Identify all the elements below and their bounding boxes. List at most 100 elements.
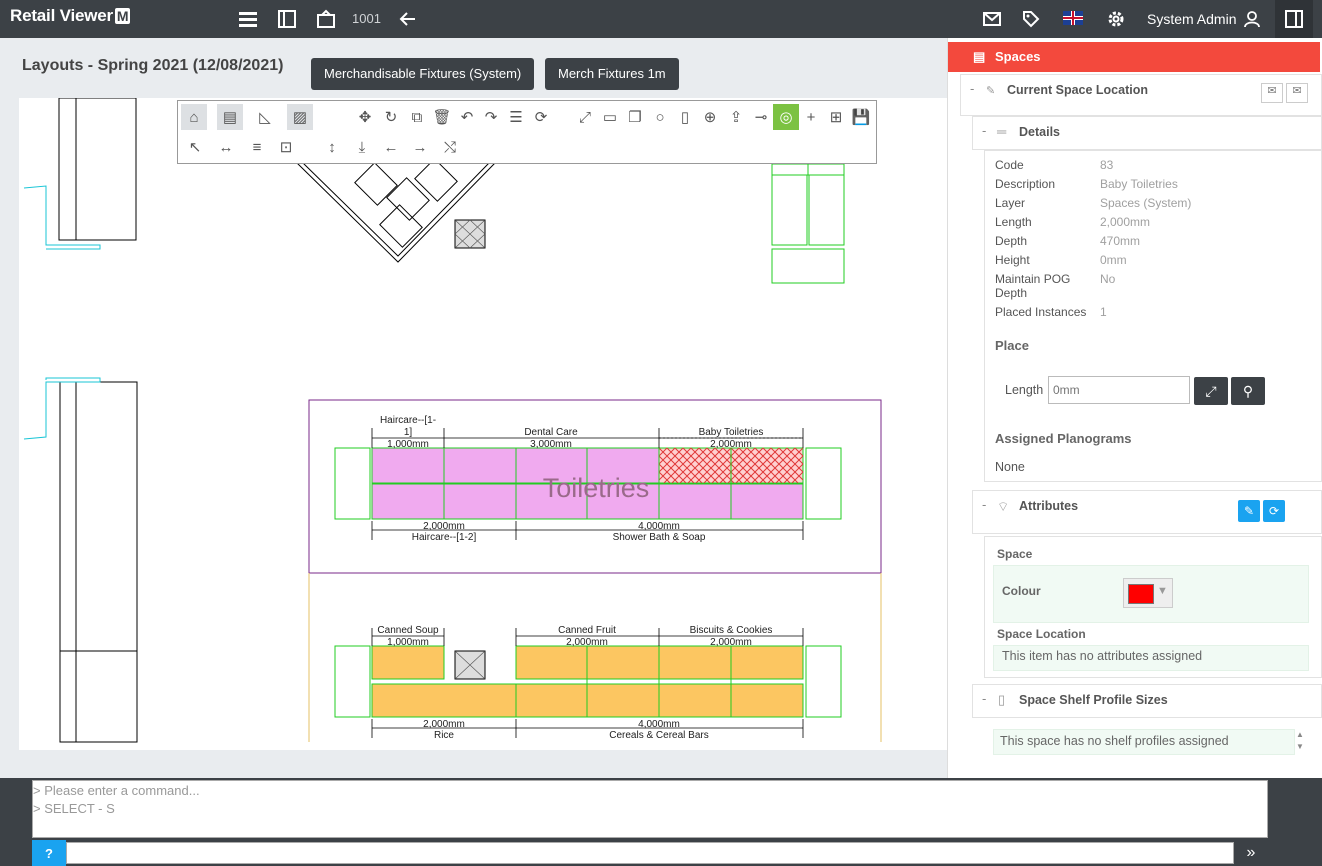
back-arrow-icon[interactable] <box>398 9 418 29</box>
detail-value-depth: 470mm <box>1100 234 1141 248</box>
panel-header: ▤ Spaces <box>948 42 1320 72</box>
settings-gear-icon[interactable] <box>1106 9 1126 29</box>
lines-icon: ═ <box>997 124 1007 139</box>
spaces-header-icon: ▤ <box>973 49 986 64</box>
email-location-2-icon[interactable]: ✉ <box>1286 83 1308 103</box>
panel-title: Spaces <box>995 49 1041 64</box>
detail-value-description: Baby Toiletries <box>1100 177 1178 191</box>
copy-icon[interactable]: ⧉ <box>404 104 430 130</box>
list-icon[interactable] <box>238 9 258 29</box>
shelf-profiles-header[interactable]: - ▯ Space Shelf Profile Sizes <box>972 684 1322 718</box>
layers-icon[interactable]: ▤ <box>217 104 243 130</box>
detail-label-code: Code <box>995 158 1024 172</box>
pencil-icon: ✎ <box>986 85 996 97</box>
merchandisable-fixtures-button[interactable]: Merchandisable Fixtures (System) <box>311 58 535 90</box>
command-input[interactable] <box>66 842 1234 864</box>
edit-attributes-icon[interactable]: ✎ <box>1238 500 1260 522</box>
arrow-left-icon[interactable]: ← <box>378 134 404 160</box>
place-title: Place <box>995 338 1029 353</box>
command-placeholder: > Please enter a command... <box>33 783 200 798</box>
label-cereals-mm: 4,000mm <box>638 719 680 730</box>
refresh-attributes-icon[interactable]: ⟳ <box>1263 500 1285 522</box>
pointer-icon[interactable]: ↖ <box>182 134 208 160</box>
collapse-icon[interactable]: - <box>982 691 986 706</box>
collapse-icon[interactable]: - <box>982 123 986 138</box>
detail-value-placed-instances: 1 <box>1100 305 1107 319</box>
undo-icon[interactable]: ↶ <box>454 104 480 130</box>
grid-icon[interactable]: ⊞ <box>823 104 849 130</box>
crosshair-icon[interactable]: ⊕ <box>697 104 723 130</box>
column-icon[interactable]: ▯ <box>672 104 698 130</box>
arrow-down-icon[interactable]: ⤓ <box>349 134 375 160</box>
collapse-icon[interactable]: - <box>970 81 974 96</box>
screen-icon[interactable]: ▭ <box>597 104 623 130</box>
redo-icon[interactable]: ↷ <box>478 104 504 130</box>
label-baby-mm: 2,000mm <box>710 439 752 450</box>
tag-icon[interactable] <box>1021 9 1041 29</box>
attributes-header[interactable]: - ⌔ Attributes ✎ ⟳ <box>972 490 1322 534</box>
user-name[interactable]: System Admin <box>1147 11 1236 27</box>
floorplan-drawing[interactable]: Haircare--[1- 1] 1,000mm Dental Care 3,0… <box>19 98 949 750</box>
upload-icon[interactable]: ⇪ <box>723 104 749 130</box>
merch-fixtures-1m-button[interactable]: Merch Fixtures 1m <box>545 58 679 90</box>
label-haircare-1-1b: 1] <box>404 427 413 438</box>
delete-icon[interactable]: 🗑 <box>429 104 455 130</box>
details-header[interactable]: - ═ Details <box>972 116 1322 150</box>
layout-canvas[interactable]: Haircare--[1- 1] 1,000mm Dental Care 3,0… <box>19 98 949 750</box>
space-location-subheading: Space Location <box>997 627 1086 641</box>
list-icon[interactable]: ☰ <box>503 104 529 130</box>
connect-icon[interactable]: ⊸ <box>748 104 774 130</box>
measure-icon[interactable]: ↔ <box>213 134 239 160</box>
place-length-input[interactable] <box>1048 376 1190 404</box>
set-square-icon[interactable]: ◺ <box>252 104 278 130</box>
vertical-arrows-icon[interactable]: ↕ <box>319 134 345 160</box>
draw-line-button[interactable]: ⤢ <box>1194 377 1228 405</box>
user-icon[interactable] <box>1242 9 1262 29</box>
colour-swatch <box>1128 584 1154 604</box>
app-logo[interactable]: Retail Viewer M <box>10 6 131 26</box>
windows-icon[interactable]: ❐ <box>622 104 648 130</box>
execute-command-icon[interactable]: » <box>1236 840 1266 866</box>
details-title: Details <box>1019 125 1060 139</box>
place-pick-button[interactable]: ⚲ <box>1231 377 1265 405</box>
space-subheading: Space <box>997 547 1033 561</box>
label-biscuits-mm: 2,000mm <box>710 637 752 648</box>
spinner-icon[interactable]: ▲ ▼ <box>1293 729 1307 753</box>
products-icon[interactable] <box>316 9 336 29</box>
fixture-icon[interactable] <box>277 9 297 29</box>
label-dental-mm: 3,000mm <box>530 439 572 450</box>
arrow-right-icon[interactable]: → <box>407 134 433 160</box>
colour-picker[interactable]: ▼ <box>1123 578 1173 608</box>
circle-icon[interactable]: ○ <box>647 104 673 130</box>
move-icon[interactable]: ✥ <box>352 104 378 130</box>
panel-toggle-button[interactable] <box>1275 0 1313 38</box>
detail-label-layer: Layer <box>995 196 1026 210</box>
refresh-icon[interactable]: ⟳ <box>528 104 554 130</box>
document-icon: ▯ <box>998 692 1006 707</box>
snap-target-icon[interactable]: ◎ <box>773 104 799 130</box>
uk-flag-icon[interactable] <box>1063 11 1083 25</box>
collapse-icon[interactable]: - <box>982 497 986 512</box>
home-icon[interactable]: ⌂ <box>181 104 207 130</box>
rotate-icon[interactable]: ↻ <box>378 104 404 130</box>
detail-label-length: Length <box>995 215 1032 229</box>
plus-icon[interactable]: + <box>798 104 824 130</box>
shuffle-icon[interactable]: ⤭ <box>437 134 463 160</box>
email-location-icon[interactable]: ✉ <box>1261 83 1283 103</box>
current-location-section[interactable]: - ✎ Current Space Location ✉ ✉ <box>960 74 1322 116</box>
detail-label-description: Description <box>995 177 1056 191</box>
numbered-list-icon[interactable]: ≡ <box>244 134 270 160</box>
tag-icon: ⌔ <box>997 499 1010 514</box>
fit-icon[interactable]: ⤢ <box>572 104 598 130</box>
command-output[interactable]: > Please enter a command... > SELECT - S <box>32 780 1268 838</box>
label-haircare-mm: 1,000mm <box>387 439 429 450</box>
help-button[interactable]: ? <box>32 840 66 866</box>
label-dental: Dental Care <box>524 427 578 438</box>
label-shower-mm: 4,000mm <box>638 521 680 532</box>
panel-icon <box>1285 10 1303 28</box>
image-icon[interactable]: ⊡ <box>273 134 299 160</box>
label-biscuits: Biscuits & Cookies <box>690 625 773 636</box>
hatch-icon[interactable]: ▨ <box>287 104 313 130</box>
mail-icon[interactable] <box>982 9 1002 29</box>
save-icon[interactable]: 💾 <box>848 104 874 130</box>
